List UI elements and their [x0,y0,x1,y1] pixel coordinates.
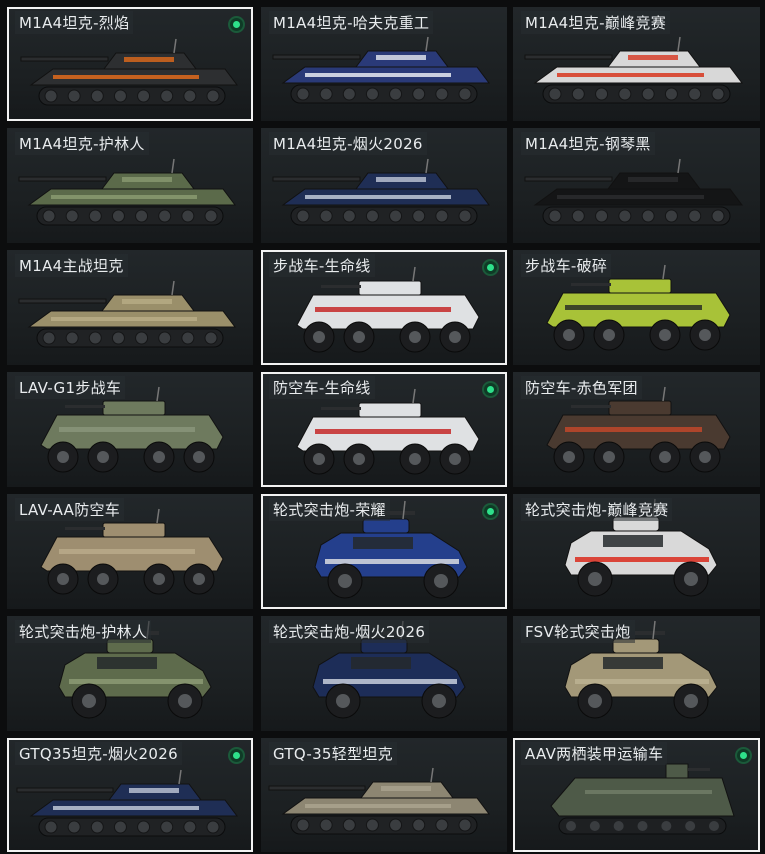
tank-illustration [18,158,236,226]
vehicle-card[interactable]: FSV轮式突击炮 [513,616,760,731]
tank-illustration [272,36,490,104]
tank-illustration [18,280,236,348]
vehicle-name: M1A4坦克-钢琴黑 [521,132,655,155]
vehicle-name: 轮式突击炮-烟火2026 [269,620,430,643]
tank-illustration [20,38,238,106]
aav-illustration [550,763,735,835]
vehicle-card[interactable]: M1A4坦克-哈夫克重工 [261,7,507,121]
vehicle-card[interactable]: 防空车-赤色军团 [513,372,760,487]
ifv-illustration [40,508,224,595]
ifv-illustration [40,386,224,473]
vehicle-card[interactable]: M1A4坦克-钢琴黑 [513,128,760,243]
tank-illustration [272,158,490,226]
vehicle-name: FSV轮式突击炮 [521,620,635,643]
vehicle-name: AAV两栖装甲运输车 [521,742,668,765]
tank-illustration [16,769,238,837]
vehicle-card[interactable]: 步战车-生命线 [261,250,507,365]
vehicle-name: 轮式突击炮-护林人 [15,620,152,643]
ifv-illustration [546,264,731,351]
vehicle-name: M1A4坦克-巅峰竞赛 [521,11,671,34]
tank-illustration [524,158,743,226]
vehicle-name: M1A4坦克-哈夫克重工 [269,11,434,34]
ifv-illustration [546,386,731,473]
vehicle-name: M1A4坦克-烈焰 [15,11,134,34]
vehicle-card[interactable]: M1A4坦克-护林人 [7,128,253,243]
ifv-illustration [296,266,480,353]
vehicle-card[interactable]: 步战车-破碎 [513,250,760,365]
vehicle-card[interactable]: M1A4坦克-烈焰 [7,7,253,121]
equipped-indicator-icon [482,503,499,520]
vehicle-card[interactable]: LAV-G1步战车 [7,372,253,487]
vehicle-name: LAV-AA防空车 [15,498,125,521]
vehicle-name: 步战车-生命线 [269,254,375,277]
vehicle-name: 步战车-破碎 [521,254,612,277]
vehicle-card[interactable]: 轮式突击炮-烟火2026 [261,616,507,731]
vehicle-skin-grid: M1A4坦克-烈焰 M1A4坦克-哈夫克重工 M1A4坦克-巅峰竞赛 M1A4坦克-护… [0,0,765,854]
vehicle-card[interactable]: 轮式突击炮-荣耀 [261,494,507,609]
vehicle-card[interactable]: LAV-AA防空车 [7,494,253,609]
vehicle-card[interactable]: M1A4主战坦克 [7,250,253,365]
vehicle-name: 轮式突击炮-荣耀 [269,498,390,521]
vehicle-card[interactable]: M1A4坦克-烟火2026 [261,128,507,243]
equipped-indicator-icon [482,381,499,398]
tank-illustration [524,36,743,104]
equipped-indicator-icon [228,16,245,33]
vehicle-card[interactable]: GTQ35坦克-烟火2026 [7,738,253,852]
vehicle-name: LAV-G1步战车 [15,376,126,399]
equipped-indicator-icon [735,747,752,764]
vehicle-card[interactable]: AAV两栖装甲运输车 [513,738,760,852]
tank-illustration [268,767,490,835]
vehicle-name: 轮式突击炮-巅峰竞赛 [521,498,673,521]
vehicle-card[interactable]: 防空车-生命线 [261,372,507,487]
vehicle-name: GTQ35坦克-烟火2026 [15,742,182,765]
vehicle-name: M1A4坦克-烟火2026 [269,132,427,155]
vehicle-name: 防空车-生命线 [269,376,375,399]
vehicle-card[interactable]: 轮式突击炮-巅峰竞赛 [513,494,760,609]
vehicle-name: M1A4主战坦克 [15,254,128,277]
vehicle-name: GTQ-35轻型坦克 [269,742,397,765]
vehicle-name: 防空车-赤色军团 [521,376,642,399]
ifv-illustration [296,388,480,475]
vehicle-card[interactable]: 轮式突击炮-护林人 [7,616,253,731]
vehicle-card[interactable]: GTQ-35轻型坦克 [261,738,507,852]
equipped-indicator-icon [482,259,499,276]
vehicle-card[interactable]: M1A4坦克-巅峰竞赛 [513,7,760,121]
equipped-indicator-icon [228,747,245,764]
vehicle-name: M1A4坦克-护林人 [15,132,149,155]
